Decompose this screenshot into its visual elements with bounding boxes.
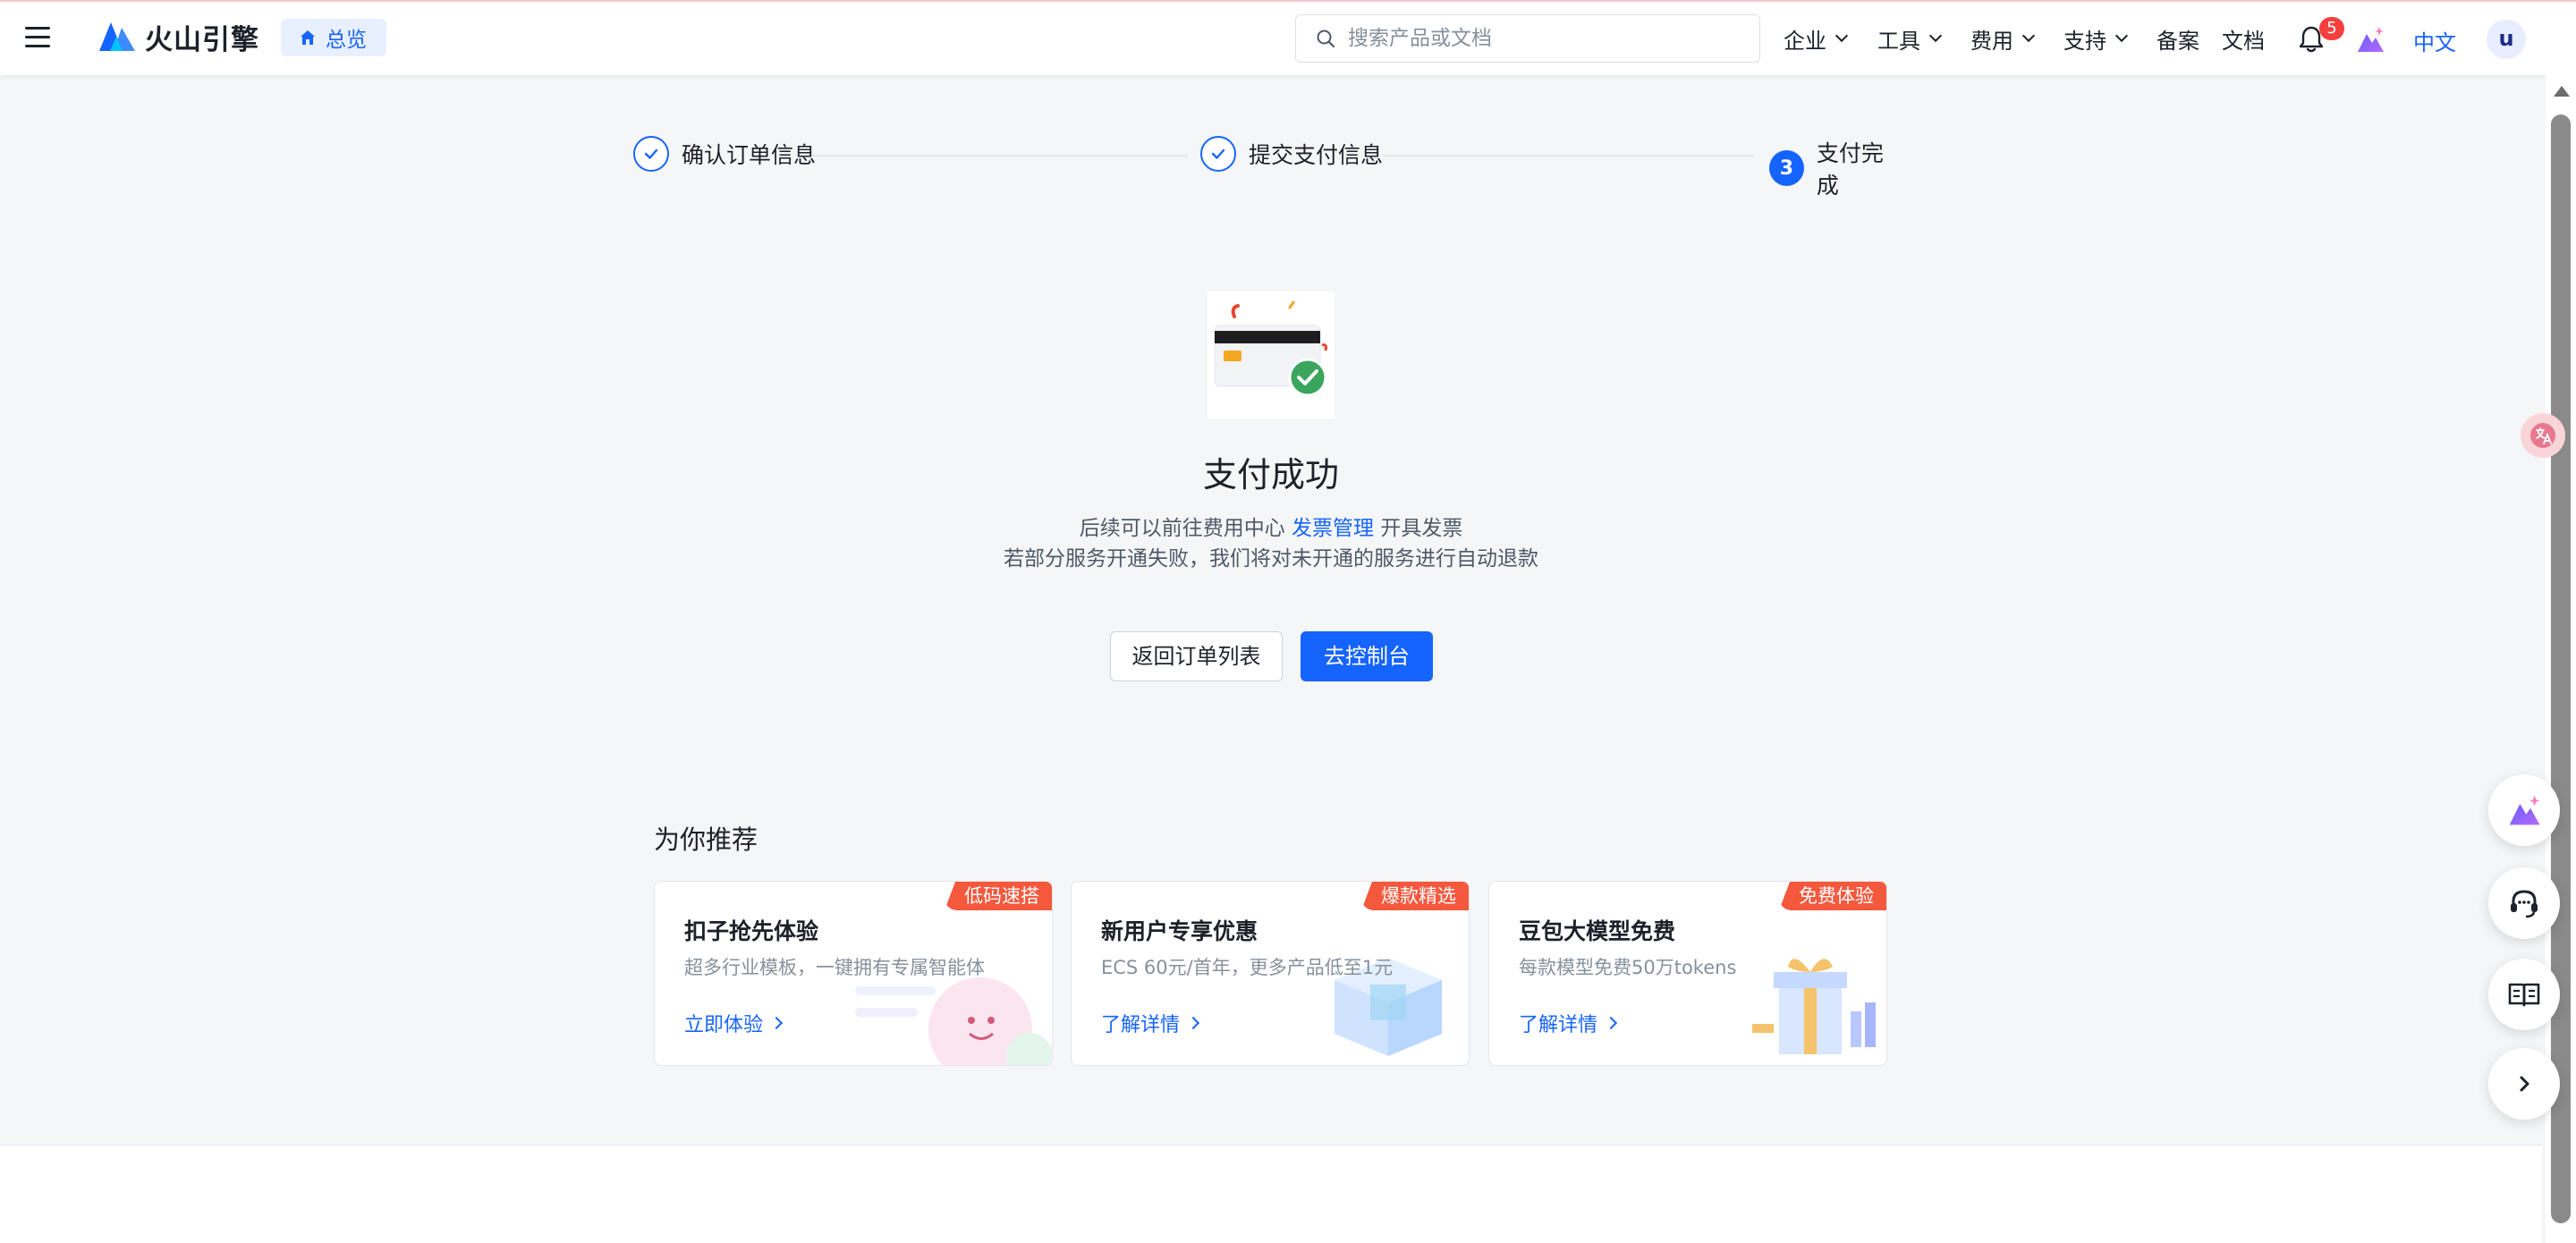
step-connector [812,155,1188,156]
chevron-down-icon [2114,29,2129,43]
customer-service-float-button[interactable] [2488,867,2560,939]
card-link-label: 了解详情 [1101,1014,1181,1036]
home-icon [301,30,315,45]
nav-support[interactable]: 支持 [2063,20,2129,57]
ark-assistant-float-button[interactable] [2488,774,2560,846]
desc-suffix: 开具发票 [1380,517,1463,540]
nav-filing[interactable]: 备案 [2157,20,2199,57]
card-link[interactable]: 立即体验 [684,1009,784,1037]
payment-success-illustration [1208,292,1335,419]
top-header: 火山引擎 总览 企业 工具 费用 支持 备案 文档 5 [0,2,2576,75]
step-label: 提交支付信息 [1249,142,1384,168]
chevron-right-icon [1186,1016,1200,1030]
nav-billing-label: 费用 [1970,28,2013,54]
avatar[interactable]: u [2487,20,2526,59]
coze-illustration [855,977,1052,1065]
check-icon [633,136,669,172]
card-title: 新用户专享优惠 [1101,918,1258,944]
nav-filing-label: 备案 [2157,28,2199,54]
docs-float-button[interactable] [2488,959,2560,1030]
result-description: 后续可以前往费用中心 发票管理 开具发票 若部分服务开通失败，我们将对未开通的服… [0,513,2542,574]
book-icon [2508,983,2540,1007]
card-title: 豆包大模型免费 [1519,918,1676,944]
card-link[interactable]: 了解详情 [1519,1009,1618,1037]
server-cube-illustration [1335,958,1442,1056]
chevron-right-icon [2520,1076,2529,1092]
card-link-label: 立即体验 [684,1014,764,1036]
nav-docs[interactable]: 文档 [2222,20,2265,57]
language-switch[interactable]: 中文 [2413,25,2456,56]
nav-enterprise[interactable]: 企业 [1784,20,1849,57]
nav-tools[interactable]: 工具 [1877,20,1943,57]
scrollbar-thumb[interactable] [2551,114,2571,1223]
nav-tools-label: 工具 [1877,28,1920,54]
card-description: 每款模型免费50万tokens [1519,957,1737,978]
volcano-logo-icon [99,22,135,51]
step-connector [1383,155,1755,156]
invoice-management-link[interactable]: 发票管理 [1292,517,1374,540]
menu-icon[interactable] [25,27,50,48]
search-icon [1317,30,1335,48]
recommend-card-coze[interactable]: 低码速搭 扣子抢先体验 超多行业模板，一键拥有专属智能体 立即体验 [654,881,1053,1066]
card-tag: 爆款精选 [1361,882,1469,910]
collapse-float-button[interactable] [2488,1048,2560,1120]
search-input[interactable] [1348,27,1741,50]
chevron-down-icon [1928,29,1943,43]
logo[interactable]: 火山引擎 [98,18,259,56]
overview-label: 总览 [326,29,367,52]
notification-badge: 5 [2319,17,2344,40]
card-title: 扣子抢先体验 [684,918,819,944]
go-to-console-button[interactable]: 去控制台 [1301,631,1433,681]
chevron-down-icon [2021,29,2036,43]
result-title: 支付成功 [1202,455,1339,495]
step-confirm-order: 确认订单信息 [633,136,816,172]
logo-text: 火山引擎 [145,23,259,56]
step-submit-payment: 提交支付信息 [1200,136,1383,172]
card-link-label: 了解详情 [1519,1014,1598,1036]
recommend-card-new-user[interactable]: 爆款精选 新用户专享优惠 ECS 60元/首年，更多产品低至1元 了解详情 [1071,881,1470,1066]
step-label: 确认订单信息 [682,142,817,168]
recommend-card-doubao[interactable]: 免费体验 豆包大模型免费 每款模型免费50万tokens 了解详情 [1488,881,1887,1066]
chevron-down-icon [1835,29,1849,43]
desc-prefix: 后续可以前往费用中心 [1079,517,1285,540]
nav-support-label: 支持 [2063,28,2106,54]
card-tag: 低码速搭 [945,882,1052,910]
step-number: 3 [1769,150,1804,186]
gift-box-illustration [1752,959,1876,1054]
card-tag: 免费体验 [1779,882,1886,910]
chevron-right-icon [1604,1016,1618,1030]
nav-billing[interactable]: 费用 [1970,20,2036,57]
ark-assistant-icon [2509,795,2540,825]
page-bottom-area [0,1145,2542,1243]
check-icon [1200,136,1236,172]
card-description: 超多行业模板，一键拥有专属智能体 [684,957,985,978]
card-description: ECS 60元/首年，更多产品低至1元 [1101,957,1394,978]
progress-steps: 确认订单信息 提交支付信息 3 支付完成 [633,136,1903,199]
search-box[interactable] [1295,14,1760,63]
headset-icon [2511,890,2538,918]
translate-icon[interactable] [2521,413,2565,458]
desc-refund-note: 若部分服务开通失败，我们将对未开通的服务进行自动退款 [1004,547,1538,571]
step-payment-complete: 3 支付完成 [1769,136,1903,200]
step-label: 支付完成 [1816,140,1884,199]
recommend-title: 为你推荐 [654,824,758,855]
card-link[interactable]: 了解详情 [1101,1009,1200,1037]
ark-assistant-icon[interactable] [2354,23,2386,55]
back-to-orders-button[interactable]: 返回订单列表 [1110,631,1283,681]
nav-docs-label: 文档 [2222,28,2265,54]
nav-enterprise-label: 企业 [1784,28,1826,54]
scroll-up-arrow-icon[interactable] [2554,86,2570,97]
overview-button[interactable]: 总览 [281,19,386,56]
chevron-right-icon [769,1016,784,1030]
